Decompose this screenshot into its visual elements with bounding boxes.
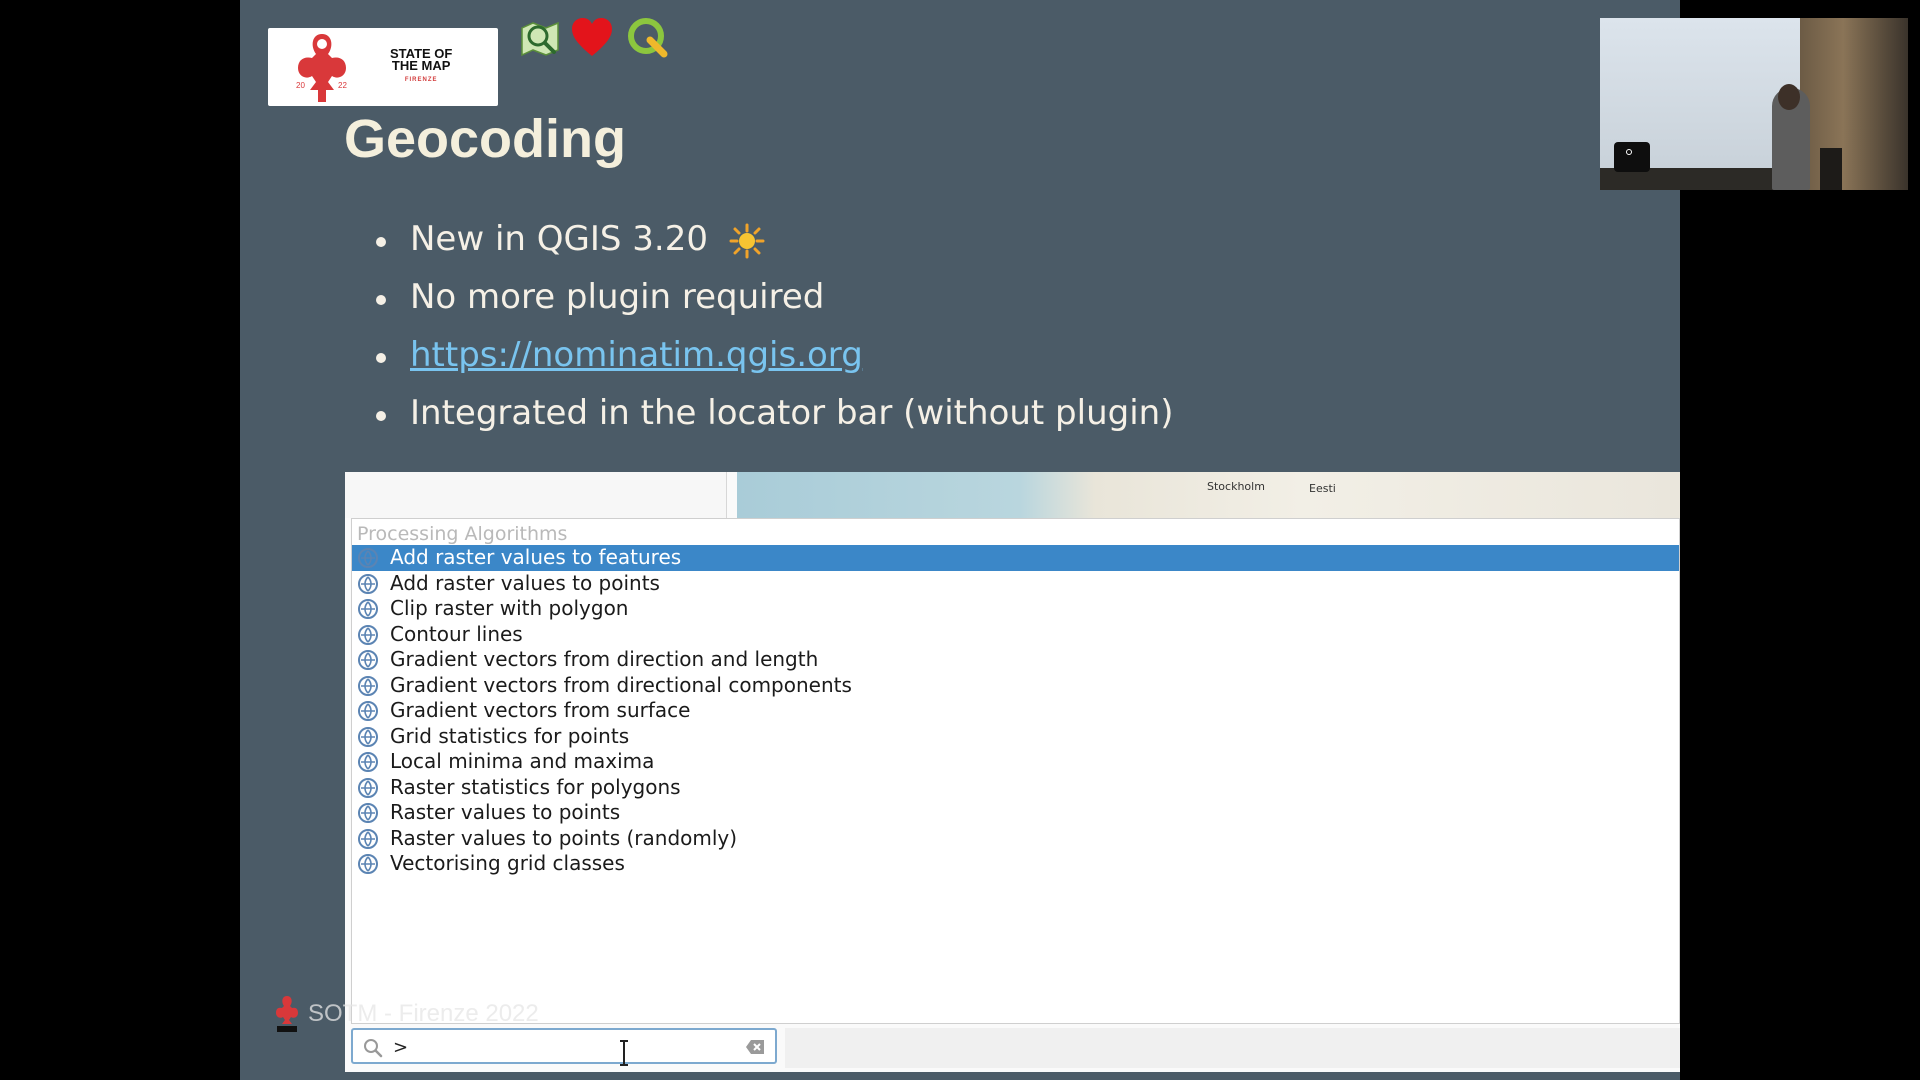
bullet-item: Integrated in the locator bar (without p… xyxy=(372,386,1173,444)
bullet-text: New in QGIS 3.20 xyxy=(410,219,708,259)
processing-algorithm-icon xyxy=(358,548,378,568)
locator-result-item[interactable]: Contour lines xyxy=(352,622,1679,648)
footer-text: SOTM - Firenze 2022 xyxy=(308,1000,539,1027)
processing-algorithm-icon xyxy=(358,777,378,798)
slide-footer: SOTM - Firenze 2022 xyxy=(274,994,539,1034)
locator-result-label: Local minima and maxima xyxy=(390,749,655,773)
processing-algorithm-icon xyxy=(358,854,378,874)
processing-algorithm-icon xyxy=(358,701,378,721)
heart-icon xyxy=(572,18,612,56)
nominatim-link[interactable]: https://nominatim.qgis.org xyxy=(410,335,863,375)
bullet-text: No more plugin required xyxy=(410,277,825,317)
locator-result-label: Grid statistics for points xyxy=(390,723,630,748)
map-search-icon xyxy=(521,21,559,57)
results-group-header: Processing Algorithms xyxy=(357,523,568,545)
bullet-item: No more plugin required xyxy=(372,270,1173,328)
locator-result-label: Gradient vectors from surface xyxy=(390,698,691,722)
locator-result-label: Vectorising grid classes xyxy=(390,851,625,875)
locator-result-item[interactable]: Vectorising grid classes xyxy=(352,851,1679,877)
locator-result-label: Clip raster with polygon xyxy=(390,596,629,620)
map-label-stockholm: Stockholm xyxy=(1207,480,1265,493)
processing-algorithm-icon xyxy=(358,675,378,696)
locator-result-item[interactable]: Raster values to points (randomly) xyxy=(352,826,1679,852)
search-icon xyxy=(364,1039,383,1058)
map-label-eesti: Eesti xyxy=(1309,482,1336,495)
sotm-mini-logo-icon xyxy=(276,996,298,1032)
map-canvas[interactable]: Stockholm Eesti xyxy=(737,472,1680,518)
processing-algorithm-icon xyxy=(358,573,378,594)
bullet-item: New in QGIS 3.20 xyxy=(372,212,1173,270)
locator-result-item[interactable]: Raster statistics for polygons xyxy=(352,775,1679,801)
presentation-slide: 20 22 STATE OF THE MAP FIRENZE Geocoding… xyxy=(240,0,1680,1080)
processing-algorithm-icon xyxy=(358,752,378,772)
locator-result-label: Gradient vectors from direction and leng… xyxy=(390,647,819,671)
processing-algorithm-icon xyxy=(358,726,378,747)
locator-result-item[interactable]: Local minima and maxima xyxy=(352,749,1679,775)
locator-result-item[interactable]: Gradient vectors from direction and leng… xyxy=(352,647,1679,673)
locator-result-label: Gradient vectors from directional compon… xyxy=(390,672,852,697)
locator-result-item[interactable]: Gradient vectors from surface xyxy=(352,698,1679,724)
processing-algorithm-icon xyxy=(358,599,378,619)
locator-result-label: Raster values to points xyxy=(390,800,621,824)
svg-text:20: 20 xyxy=(296,81,305,90)
sun-icon xyxy=(729,223,765,258)
text-cursor-icon xyxy=(620,1040,628,1066)
locator-result-item[interactable]: Raster values to points xyxy=(352,800,1679,826)
locator-results-list: Processing Algorithms Add raster values … xyxy=(351,518,1680,1024)
room-wall xyxy=(1800,18,1908,190)
status-bar xyxy=(785,1028,1680,1068)
locator-result-label: Raster statistics for polygons xyxy=(390,774,681,799)
webcam-badge xyxy=(1614,142,1650,172)
florence-lily-icon: 20 22 xyxy=(296,34,347,102)
locator-result-label: Contour lines xyxy=(390,621,523,646)
clear-icon[interactable] xyxy=(745,1039,765,1055)
locator-result-label: Add raster values to points xyxy=(390,570,660,595)
qgis-screenshot: Stockholm Eesti Processing Algorithms Ad… xyxy=(345,472,1680,1072)
locator-result-label: Add raster values to features xyxy=(390,545,682,569)
processing-algorithm-icon xyxy=(358,828,378,849)
bullet-list: New in QGIS 3.20 No more plugin required… xyxy=(372,212,1173,444)
bullet-item: https://nominatim.qgis.org xyxy=(372,328,1173,386)
sotm-logo-text: STATE OF THE MAP FIRENZE xyxy=(390,46,453,83)
slide-title: Geocoding xyxy=(344,109,626,169)
locator-input[interactable] xyxy=(393,1034,713,1060)
bullet-text: Integrated in the locator bar (without p… xyxy=(410,393,1174,433)
processing-algorithm-icon xyxy=(358,650,378,670)
locator-result-item[interactable]: Clip raster with polygon xyxy=(352,596,1679,622)
locator-result-item[interactable]: Add raster values to points xyxy=(352,571,1679,597)
locator-result-item[interactable]: Grid statistics for points xyxy=(352,724,1679,750)
locator-result-item[interactable]: Add raster values to features xyxy=(352,545,1679,571)
qgis-icon xyxy=(628,18,668,58)
speaker-head xyxy=(1778,84,1800,110)
lectern xyxy=(1820,148,1842,190)
locator-result-item[interactable]: Gradient vectors from directional compon… xyxy=(352,673,1679,699)
processing-algorithm-icon xyxy=(358,803,378,823)
qgis-left-panel xyxy=(345,472,727,518)
speaker-webcam xyxy=(1600,18,1908,190)
processing-algorithm-icon xyxy=(358,624,378,645)
locator-result-label: Raster values to points (randomly) xyxy=(390,825,738,850)
svg-text:22: 22 xyxy=(338,81,347,90)
sotm-logo: 20 22 STATE OF THE MAP FIRENZE xyxy=(268,28,498,106)
